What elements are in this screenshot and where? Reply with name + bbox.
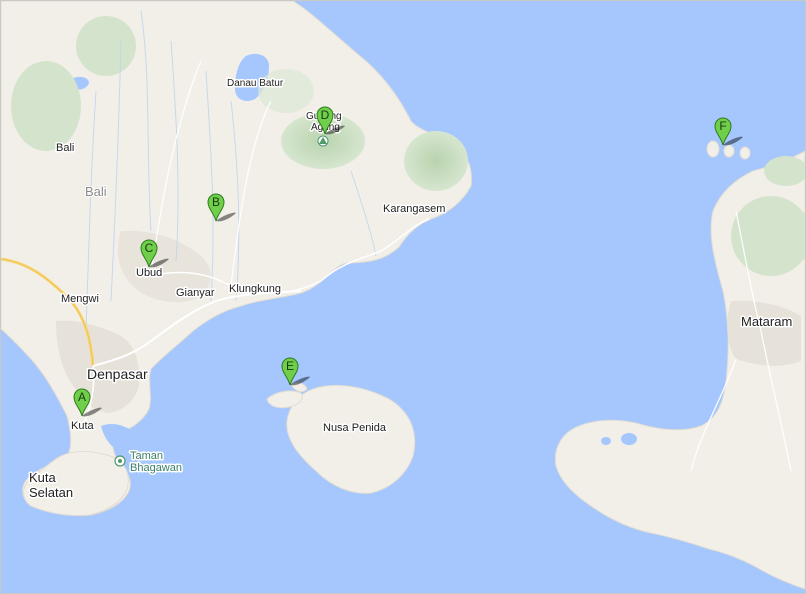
label-karangasem: Karangasem <box>383 203 445 215</box>
mountain-batur-rim <box>258 69 314 113</box>
marker-e-letter: E <box>286 359 294 373</box>
label-nusa-penida: Nusa Penida <box>323 422 387 434</box>
label-bali-region: Bali <box>85 184 107 199</box>
gili-island-2 <box>723 144 735 158</box>
mountain-nw-1 <box>11 61 81 151</box>
lombok-bay-2 <box>601 437 611 445</box>
map-canvas[interactable]: Danau Batur Gunung Agung Bali Bali Karan… <box>1 1 805 593</box>
label-mengwi: Mengwi <box>61 293 99 305</box>
label-kuta-selatan-1: Kuta <box>29 470 57 485</box>
gili-island-3 <box>739 146 751 160</box>
gili-island-1 <box>706 140 720 158</box>
volcano-peak-icon <box>317 135 329 147</box>
label-denpasar: Denpasar <box>87 366 148 382</box>
label-kuta: Kuta <box>71 420 95 432</box>
marker-c-letter: C <box>145 241 154 255</box>
label-kuta-selatan-2: Selatan <box>29 485 73 500</box>
marker-b-letter: B <box>212 195 220 209</box>
label-danau-batur: Danau Batur <box>227 78 284 89</box>
label-taman-2: Bhagawan <box>130 462 182 474</box>
label-bali-town: Bali <box>56 142 74 154</box>
map-viewport[interactable]: Danau Batur Gunung Agung Bali Bali Karan… <box>0 0 806 594</box>
marker-d-letter: D <box>321 108 330 122</box>
label-taman-1: Taman <box>130 450 163 462</box>
label-klungkung: Klungkung <box>229 283 281 295</box>
park-poi-icon <box>114 455 126 467</box>
lombok-bay-1 <box>621 433 637 445</box>
mountain-karangasem <box>404 131 468 191</box>
marker-f-letter: F <box>719 119 726 133</box>
label-mataram: Mataram <box>741 314 792 329</box>
label-gianyar: Gianyar <box>176 287 215 299</box>
urban-mataram <box>727 300 801 366</box>
label-ubud: Ubud <box>136 267 162 279</box>
mountain-nw-2 <box>76 16 136 76</box>
marker-a-letter: A <box>78 390 86 404</box>
